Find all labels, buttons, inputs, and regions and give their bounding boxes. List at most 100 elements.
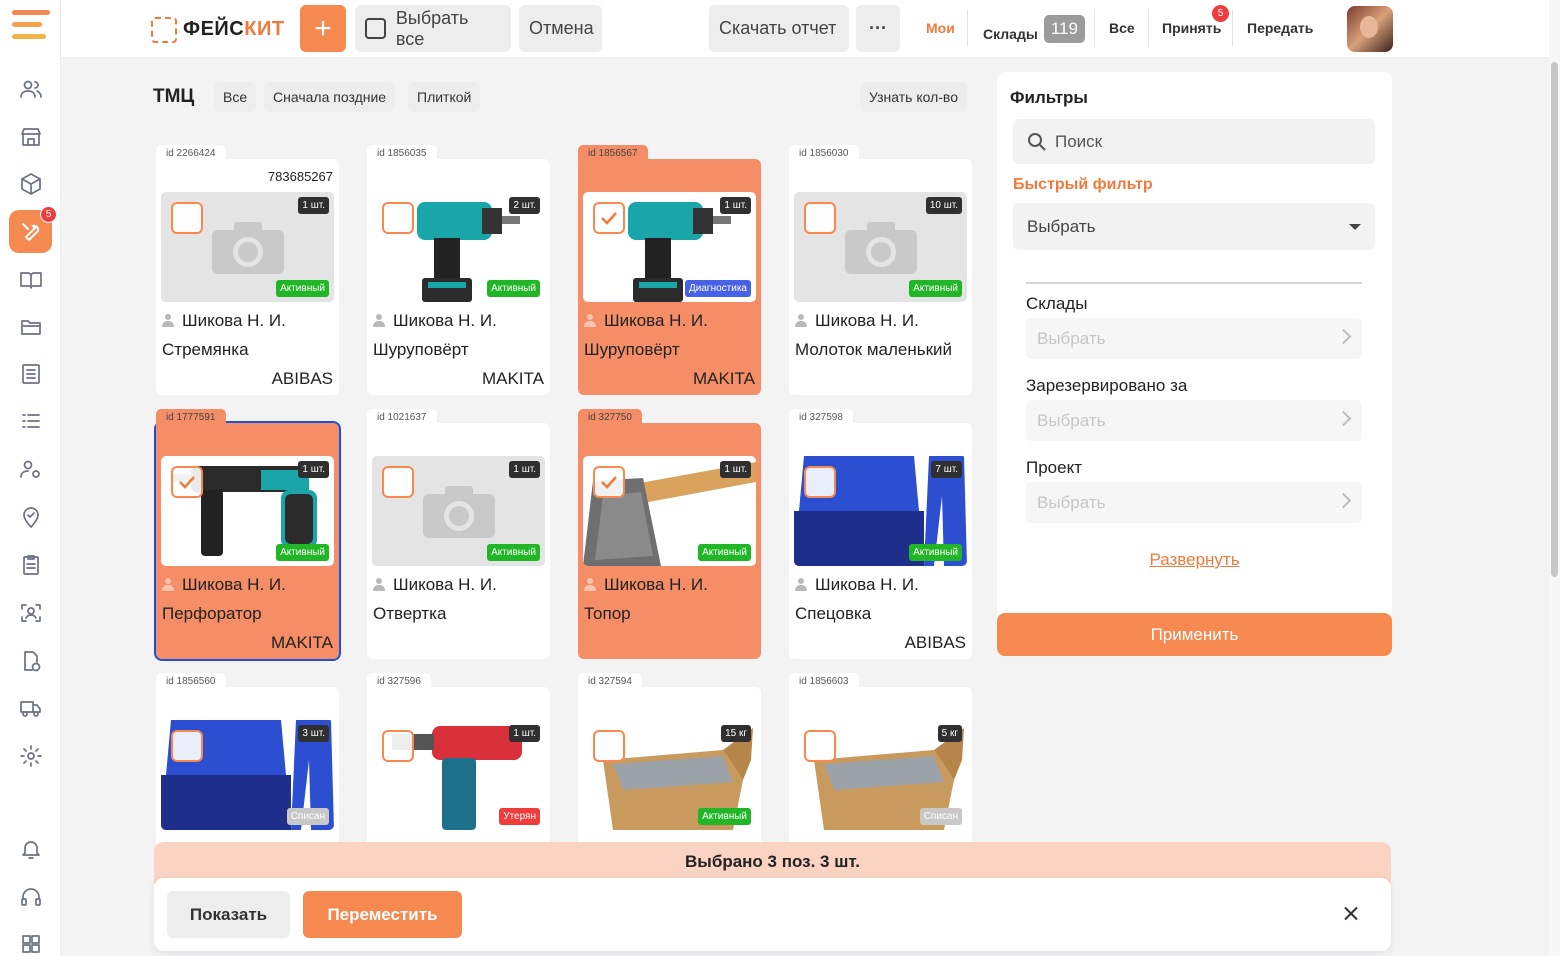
download-report-button[interactable]: Скачать отчет — [709, 5, 849, 52]
checkbox-icon — [365, 18, 386, 39]
item-checkbox-checked[interactable] — [171, 466, 203, 498]
search-icon — [1028, 132, 1046, 151]
filter-all-chip[interactable]: Все — [214, 82, 257, 112]
person-icon — [162, 314, 174, 328]
top-bar: ФЕЙСКИТ + Выбрать все Отмена Скачать отч… — [61, 0, 1549, 58]
item-card[interactable]: id 1856603 5 кг Списан — [789, 673, 972, 847]
bell-icon[interactable] — [18, 836, 44, 862]
avatar[interactable] — [1347, 6, 1393, 52]
users-icon[interactable] — [18, 76, 44, 102]
view-mode-chip[interactable]: Плиткой — [408, 82, 481, 112]
item-name: Перфоратор — [162, 604, 262, 623]
doc-check-icon[interactable] — [18, 648, 44, 674]
tab-warehouses[interactable]: Склады 119 — [983, 15, 1085, 48]
project-filter-label: Проект — [1026, 458, 1082, 477]
camera-placeholder-icon — [422, 486, 495, 538]
truck-icon[interactable] — [18, 695, 44, 721]
qty-badge: 1 шт. — [298, 461, 329, 478]
project-filter-field[interactable]: Выбрать — [1026, 482, 1362, 523]
box-icon[interactable] — [18, 171, 44, 197]
item-id: id 327594 — [578, 673, 642, 691]
status-badge: Активный — [909, 280, 962, 297]
item-image: 3 шт. Списан — [161, 720, 334, 830]
close-icon[interactable] — [1339, 902, 1363, 926]
item-card[interactable]: id 1856030 10 шт. Активный Шикова Н. И. … — [789, 145, 972, 395]
item-checkbox[interactable] — [382, 730, 414, 762]
status-badge: Списан — [919, 808, 962, 825]
reserved-filter-field[interactable]: Выбрать — [1026, 400, 1362, 441]
page-title: ТМЦ — [153, 86, 195, 107]
status-badge: Активный — [487, 280, 540, 297]
item-card[interactable]: id 2266424 783685267 1 шт. Активный Шико… — [156, 145, 339, 395]
item-checkbox[interactable] — [171, 730, 203, 762]
show-selected-button[interactable]: Показать — [167, 891, 290, 938]
move-button[interactable]: Переместить — [303, 891, 462, 938]
status-badge: Активный — [698, 544, 751, 561]
chevron-right-icon — [1335, 492, 1352, 509]
item-checkbox[interactable] — [804, 466, 836, 498]
qty-badge: 1 шт. — [720, 461, 751, 478]
item-name: Спецовка — [795, 604, 872, 623]
camera-placeholder-icon — [211, 222, 284, 274]
clipboard-icon[interactable] — [18, 552, 44, 578]
item-card[interactable]: id 1856035 2 шт. Активный Шикова Н. И. Ш… — [367, 145, 550, 395]
add-button[interactable]: + — [300, 5, 346, 52]
item-checkbox[interactable] — [382, 202, 414, 234]
search-input[interactable]: Поиск — [1013, 119, 1375, 164]
item-barcode: 783685267 — [267, 169, 333, 184]
item-card[interactable]: id 1856560 3 шт. Списан — [156, 673, 339, 847]
qty-badge: 15 кг — [721, 725, 751, 742]
headset-icon[interactable] — [18, 884, 44, 910]
item-checkbox-checked[interactable] — [593, 466, 625, 498]
face-scan-icon[interactable] — [18, 600, 44, 626]
warehouses-filter-field[interactable]: Выбрать — [1026, 318, 1362, 359]
folder-icon[interactable] — [18, 314, 44, 340]
item-checkbox[interactable] — [171, 202, 203, 234]
item-name: Отвертка — [373, 604, 447, 623]
item-owner: Шикова Н. И. — [584, 311, 708, 331]
cancel-button[interactable]: Отмена — [519, 5, 602, 52]
menu-icon[interactable] — [12, 10, 50, 48]
store-icon[interactable] — [18, 124, 44, 150]
tab-transfer[interactable]: Передать — [1247, 20, 1313, 36]
item-id: id 2266424 — [156, 145, 226, 163]
item-checkbox[interactable] — [804, 202, 836, 234]
get-count-button[interactable]: Узнать кол-во — [860, 82, 967, 112]
select-all-button[interactable]: Выбрать все — [355, 5, 511, 52]
sidebar: 5 — [0, 0, 61, 956]
qty-badge: 7 шт. — [931, 461, 962, 478]
user-gear-icon[interactable] — [18, 456, 44, 482]
settings-gear-icon[interactable] — [18, 743, 44, 769]
item-card[interactable]: id 1021637 1 шт. Активный Шикова Н. И. О… — [367, 409, 550, 659]
grid-icon[interactable] — [18, 931, 44, 956]
item-checkbox-checked[interactable] — [593, 202, 625, 234]
item-name: Молоток маленький — [795, 340, 953, 359]
scrollbar[interactable] — [1549, 0, 1560, 956]
quick-filter-select[interactable]: Выбрать — [1013, 203, 1375, 250]
book-icon[interactable] — [18, 267, 44, 293]
item-id: id 1856567 — [578, 145, 648, 163]
item-checkbox[interactable] — [804, 730, 836, 762]
tab-all[interactable]: Все — [1109, 20, 1135, 36]
apply-filters-button[interactable]: Применить — [997, 613, 1392, 656]
item-checkbox[interactable] — [382, 466, 414, 498]
item-card-selected[interactable]: id 327750 1 шт. Активный Шикова Н. И. То… — [578, 409, 761, 659]
expand-filters-link[interactable]: Развернуть — [997, 550, 1392, 570]
lines-icon[interactable] — [18, 408, 44, 434]
tab-mine[interactable]: Мои — [926, 20, 955, 36]
item-id: id 1856603 — [789, 673, 859, 691]
caret-down-icon — [1349, 224, 1361, 230]
sort-chip[interactable]: Сначала поздние — [264, 82, 396, 112]
item-card[interactable]: id 327596 1 шт. Утерян — [367, 673, 550, 847]
location-check-icon[interactable] — [18, 504, 44, 530]
item-card[interactable]: id 327594 15 кг Активный — [578, 673, 761, 847]
item-card-selected[interactable]: id 1777591 1 шт. Активный Шикова Н. И. П… — [154, 409, 341, 661]
item-card[interactable]: id 327598 7 шт. Активный Шикова Н. И. Сп… — [789, 409, 972, 659]
item-owner: Шикова Н. И. — [584, 575, 708, 595]
list-icon[interactable] — [18, 361, 44, 387]
item-card-selected[interactable]: id 1856567 1 шт. Диагностика Шикова Н. И… — [578, 145, 761, 395]
logo[interactable]: ФЕЙСКИТ — [151, 17, 285, 43]
item-checkbox[interactable] — [593, 730, 625, 762]
tab-accept[interactable]: Принять — [1162, 20, 1221, 36]
more-button[interactable]: ··· — [856, 5, 900, 52]
